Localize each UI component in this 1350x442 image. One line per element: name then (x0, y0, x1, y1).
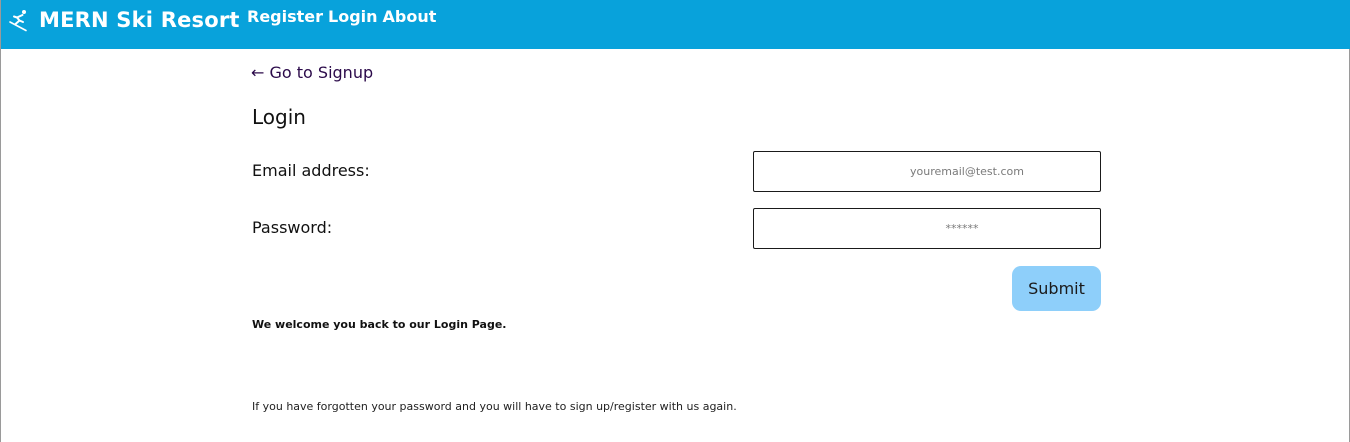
brand-link[interactable]: MERN Ski Resort (7, 8, 240, 32)
submit-button[interactable]: Submit (1012, 266, 1101, 311)
forgot-password-text: If you have forgotten your password and … (252, 400, 737, 413)
main-nav: Register Login About (247, 7, 436, 26)
password-field[interactable] (753, 208, 1101, 249)
brand-name: MERN Ski Resort (39, 8, 240, 32)
nav-link-login[interactable]: Login (328, 7, 378, 26)
email-field[interactable] (753, 151, 1101, 192)
page-title: Login (252, 105, 306, 129)
arrow-left-icon: ← (251, 63, 265, 82)
go-to-signup-link[interactable]: ← Go to Signup (251, 63, 373, 82)
password-label: Password: (252, 218, 333, 237)
skier-icon (7, 8, 31, 32)
welcome-text: We welcome you back to our Login Page. (252, 318, 507, 331)
nav-link-about[interactable]: About (383, 7, 437, 26)
email-label: Email address: (252, 161, 370, 180)
top-navbar: MERN Ski Resort Register Login About (1, 0, 1350, 49)
nav-link-register[interactable]: Register (247, 7, 323, 26)
go-to-signup-label: Go to Signup (269, 63, 374, 82)
